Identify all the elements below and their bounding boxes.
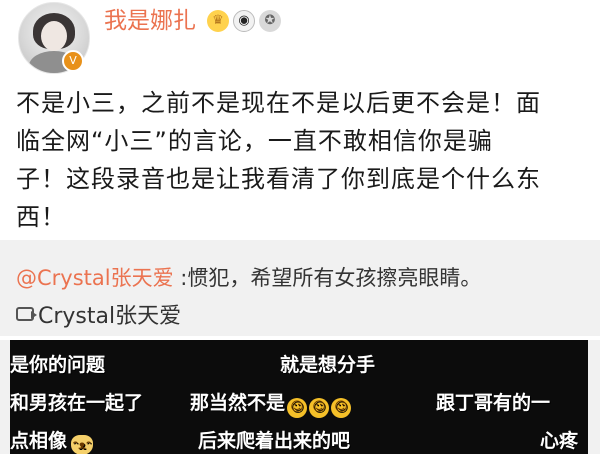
repost-box[interactable]: @Crystal张天爱 :惯犯，希望所有女孩擦亮眼睛。 Crystal张天爱 (0, 240, 600, 336)
laugh-emoji-icon: ☺ (287, 398, 308, 418)
repost-comment: @Crystal张天爱 :惯犯，希望所有女孩擦亮眼睛。 (16, 262, 481, 292)
username[interactable]: 我是娜扎 (104, 4, 196, 38)
repost-comment-text: :惯犯，希望所有女孩擦亮眼睛。 (173, 266, 482, 290)
caption: 后来爬着出来的吧 (198, 430, 351, 452)
video-player[interactable]: 是你的问题 就是想分手 和男孩在一起了 那当然不是 ☺ ☺ ☺ 跟丁哥有的一 点相像 ᵔ… (10, 340, 588, 454)
caption-with-emoji: 那当然不是 ☺ ☺ ☺ (190, 388, 352, 418)
caption: 就是想分手 (280, 354, 376, 376)
post-line: 子！这段录音也是让我看清了你到底是个什么东 (16, 165, 541, 193)
caption: 是你的问题 (10, 354, 106, 376)
repost-link-icon (16, 307, 37, 321)
cat-emoji-icon: ᵔᴥᵔ (71, 435, 94, 454)
post-line: 不是小三，之前不是现在不是以后更不会是！面 (16, 89, 541, 117)
avatar-face (41, 21, 67, 51)
caption: 和男孩在一起了 (10, 392, 144, 414)
caption-with-emoji: 点相像 ᵔᴥᵔ (10, 426, 94, 454)
laugh-emoji-icon: ☺ (331, 398, 352, 418)
caption-text: 那当然不是 (190, 392, 286, 414)
mention-link[interactable]: @Crystal张天爱 (16, 266, 174, 290)
caption: 心疼 (540, 430, 579, 452)
video-frame: 是你的问题 就是想分手 和男孩在一起了 那当然不是 ☺ ☺ ☺ 跟丁哥有的一 点相像 ᵔ… (0, 340, 600, 454)
repost-author[interactable]: Crystal张天爱 (16, 298, 181, 330)
medal-icon[interactable]: ✪ (259, 10, 281, 32)
repost-author-name[interactable]: Crystal张天爱 (38, 298, 181, 330)
post-body: 不是小三，之前不是现在不是以后更不会是！面 临全网“小三”的言论，一直不敢相信你… (16, 84, 584, 236)
verified-badge-icon: V (62, 50, 84, 72)
post-line: 西！ (16, 203, 66, 231)
post-header: V 我是娜扎 ♛ ◉ ✪ (0, 0, 600, 80)
post-line: 临全网“小三”的言论，一直不敢相信你是骗 (16, 127, 493, 155)
panda-icon[interactable]: ◉ (233, 10, 255, 32)
laugh-emoji-icon: ☺ (309, 398, 330, 418)
crown-icon[interactable]: ♛ (207, 10, 229, 32)
user-badges: ♛ ◉ ✪ (207, 10, 281, 32)
caption-text: 点相像 (10, 430, 68, 452)
caption: 跟丁哥有的一 (436, 392, 551, 414)
